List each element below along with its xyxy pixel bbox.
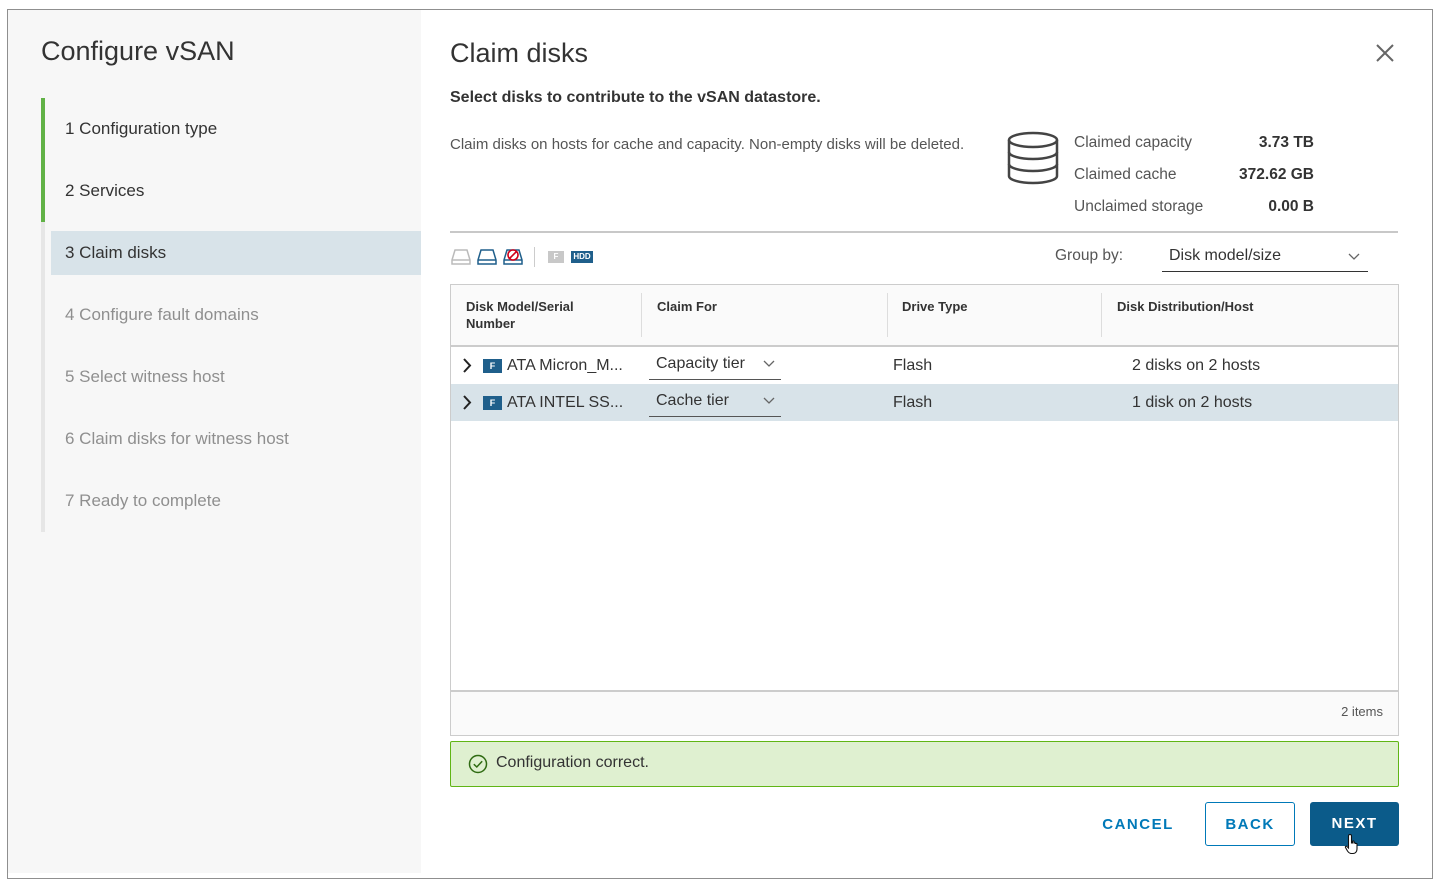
step-claim-disks-witness[interactable]: 6 Claim disks for witness host	[51, 417, 421, 461]
storage-stats: Claimed capacity 3.73 TB Claimed cache 3…	[1074, 130, 1314, 226]
step-configure-fault-domains[interactable]: 4 Configure fault domains	[51, 293, 421, 337]
alert-message: Configuration correct.	[496, 754, 649, 771]
drive-type-cell: Flash	[893, 357, 933, 374]
stat-value: 0.00 B	[1268, 198, 1314, 215]
column-header-disk-distribution[interactable]: Disk Distribution/Host	[1102, 285, 1398, 345]
mark-flash-icon[interactable]: F	[545, 246, 567, 268]
claim-cache-icon[interactable]	[502, 246, 524, 268]
close-icon[interactable]	[1372, 40, 1398, 66]
stat-label: Unclaimed storage	[1074, 198, 1204, 215]
disk-model-cell: ATA INTEL SS...	[507, 394, 624, 411]
section-divider	[450, 231, 1398, 233]
grid-header: Disk Model/Serial Number Claim For Drive…	[451, 285, 1398, 347]
step-ready-to-complete[interactable]: 7 Ready to complete	[51, 479, 421, 523]
step-services[interactable]: 2 Services	[51, 169, 421, 213]
grid-footer: 2 items	[451, 690, 1398, 735]
chevron-down-icon	[763, 386, 775, 424]
stat-value: 372.62 GB	[1239, 166, 1314, 183]
column-header-claim-for[interactable]: Claim For	[642, 285, 887, 345]
group-by-value: Disk model/size	[1169, 247, 1282, 264]
page-title: Claim disks	[450, 38, 589, 68]
chevron-down-icon	[1348, 240, 1360, 284]
step-label: 3 Claim disks	[65, 243, 167, 262]
group-by-label: Group by:	[1055, 247, 1124, 264]
group-by-select[interactable]: Disk model/size	[1162, 240, 1368, 272]
stat-label: Claimed capacity	[1074, 134, 1193, 151]
column-header-disk-model[interactable]: Disk Model/Serial Number	[451, 285, 641, 345]
back-button[interactable]: BACK	[1205, 802, 1295, 846]
flash-badge: F	[483, 396, 502, 410]
step-label: 6 Claim disks for witness host	[65, 429, 289, 448]
step-label: 5 Select witness host	[65, 367, 225, 386]
table-row[interactable]: F ATA INTEL SS... Cache tier Flash 1 dis…	[451, 384, 1398, 421]
claim-for-select[interactable]: Cache tier	[649, 387, 781, 417]
claim-for-select[interactable]: Capacity tier	[649, 350, 781, 380]
claim-for-value: Capacity tier	[656, 355, 745, 372]
cancel-button[interactable]: CANCEL	[1090, 803, 1186, 847]
disk-distribution-cell: 1 disk on 2 hosts	[1132, 394, 1253, 411]
claim-capacity-icon[interactable]	[476, 246, 498, 268]
step-label: 4 Configure fault domains	[65, 305, 259, 324]
stat-label: Claimed cache	[1074, 166, 1177, 183]
success-alert: Configuration correct.	[450, 741, 1399, 787]
expand-chevron-icon[interactable]	[460, 347, 474, 384]
page-subtitle: Select disks to contribute to the vSAN d…	[450, 89, 821, 106]
drive-type-cell: Flash	[893, 394, 933, 411]
claim-unassigned-icon[interactable]	[450, 246, 472, 268]
step-label: 7 Ready to complete	[65, 491, 221, 510]
flash-tag: F	[548, 251, 564, 263]
check-circle-icon	[468, 754, 488, 779]
step-select-witness-host[interactable]: 5 Select witness host	[51, 355, 421, 399]
expand-chevron-icon[interactable]	[460, 384, 474, 421]
stat-value: 3.73 TB	[1258, 134, 1314, 151]
item-count: 2 items	[1341, 704, 1383, 719]
disk-distribution-cell: 2 disks on 2 hosts	[1132, 357, 1261, 374]
disk-model-cell: ATA Micron_M...	[507, 357, 623, 374]
disk-grid: Disk Model/Serial Number Claim For Drive…	[450, 284, 1399, 736]
stat-claimed-cache: Claimed cache 372.62 GB	[1074, 162, 1314, 194]
stat-claimed-capacity: Claimed capacity 3.73 TB	[1074, 130, 1314, 162]
chevron-down-icon	[763, 349, 775, 387]
mark-hdd-icon[interactable]: HDD	[571, 246, 593, 268]
step-configuration-type[interactable]: 1 Configuration type	[51, 107, 421, 151]
flash-badge: F	[483, 359, 502, 373]
database-icon	[1006, 131, 1060, 190]
stat-unclaimed-storage: Unclaimed storage 0.00 B	[1074, 194, 1314, 226]
step-claim-disks[interactable]: 3 Claim disks	[51, 231, 421, 275]
step-label: 2 Services	[65, 181, 145, 200]
step-label: 1 Configuration type	[65, 119, 218, 138]
table-row[interactable]: F ATA Micron_M... Capacity tier Flash 2 …	[451, 347, 1398, 384]
steps-progress	[41, 98, 45, 222]
toolbar-separator	[534, 247, 535, 267]
claim-for-value: Cache tier	[656, 392, 729, 409]
wizard-title: Configure vSAN	[41, 36, 235, 66]
disk-toolbar: F HDD	[450, 246, 593, 268]
column-header-drive-type[interactable]: Drive Type	[887, 285, 1101, 345]
hand-cursor-icon	[1344, 833, 1362, 860]
page-description: Claim disks on hosts for cache and capac…	[450, 136, 965, 153]
hdd-tag: HDD	[571, 251, 593, 263]
